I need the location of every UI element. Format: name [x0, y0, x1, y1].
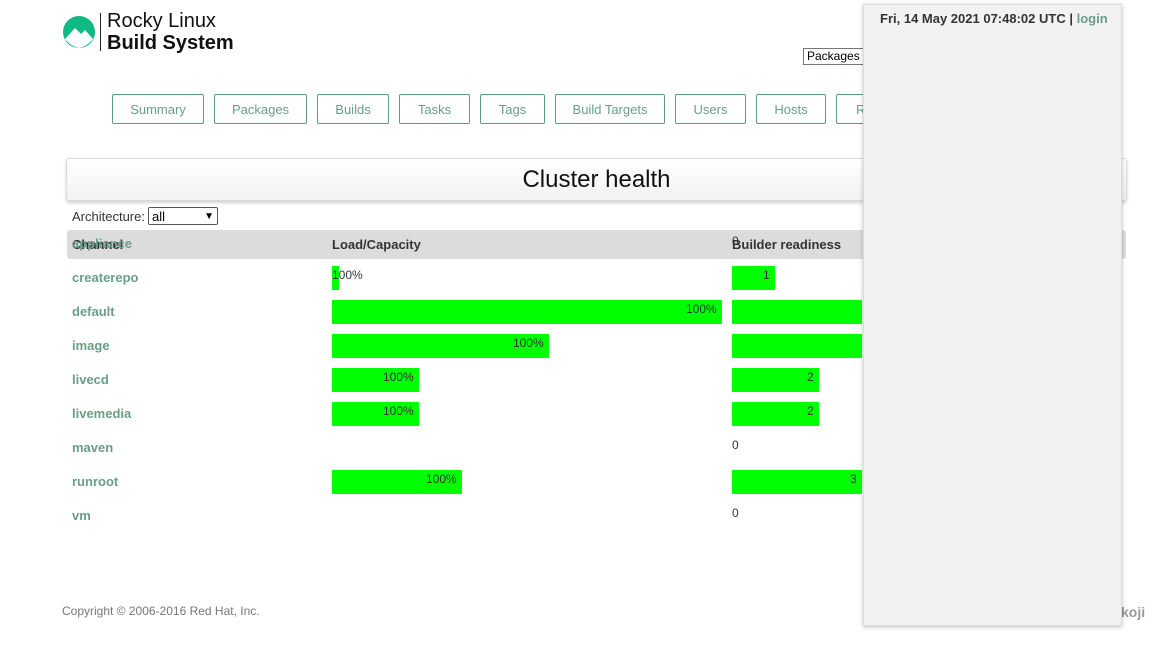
- readiness-count-label: 0: [732, 438, 739, 452]
- load-percent-label: 100%: [686, 302, 717, 316]
- login-link[interactable]: login: [1077, 11, 1108, 26]
- readiness-count-label: 2: [807, 404, 814, 418]
- logo-divider: [100, 13, 101, 51]
- load-percent-label: 100%: [383, 404, 414, 418]
- readiness-count-label: 0: [732, 234, 739, 248]
- server-datetime: Fri, 14 May 2021 07:48:02 UTC: [880, 11, 1066, 26]
- channel-link[interactable]: createrepo: [72, 270, 138, 285]
- overlay-header: Fri, 14 May 2021 07:48:02 UTC | login: [880, 11, 1108, 26]
- architecture-select[interactable]: all ▼: [147, 207, 218, 225]
- load-percent-label: 100%: [513, 336, 544, 350]
- channel-link[interactable]: livemedia: [72, 406, 131, 421]
- architecture-selected: all: [151, 208, 165, 224]
- load-bar: [332, 300, 722, 324]
- nav-build-targets[interactable]: Build Targets: [555, 94, 665, 124]
- nav-builds[interactable]: Builds: [317, 94, 389, 124]
- footer-copyright: Copyright © 2006-2016 Red Hat, Inc.: [62, 604, 260, 618]
- channel-link[interactable]: image: [72, 338, 110, 353]
- nav-packages[interactable]: Packages: [214, 94, 307, 124]
- architecture-label: Architecture:: [72, 208, 145, 224]
- page-title: Cluster health: [522, 165, 671, 193]
- nav-users[interactable]: Users: [675, 94, 746, 124]
- readiness-count-label: 0: [732, 506, 739, 520]
- readiness-count-label: 3: [850, 472, 857, 486]
- overlay-panel: Fri, 14 May 2021 07:48:02 UTC | login: [863, 4, 1122, 626]
- separator: |: [1065, 11, 1077, 26]
- channel-link[interactable]: appliance: [72, 236, 132, 251]
- logo-text: Rocky Linux Build System: [107, 10, 234, 54]
- kojiweb-icon: koji: [1121, 604, 1146, 620]
- readiness-count-label: 1: [763, 268, 770, 282]
- channel-link[interactable]: vm: [72, 508, 91, 523]
- channel-link[interactable]: default: [72, 304, 115, 319]
- readiness-bar: [732, 402, 819, 426]
- load-percent-label: 100%: [426, 472, 457, 486]
- load-percent-label: 100%: [383, 370, 414, 384]
- readiness-bar: [732, 470, 862, 494]
- logo-title-line2: Build System: [107, 32, 234, 54]
- channel-link[interactable]: livecd: [72, 372, 109, 387]
- readiness-bar: [732, 300, 862, 324]
- logo[interactable]: Rocky Linux Build System: [62, 10, 234, 54]
- nav-tasks[interactable]: Tasks: [399, 94, 470, 124]
- nav-tags[interactable]: Tags: [480, 94, 545, 124]
- logo-title-line1: Rocky Linux: [107, 10, 216, 32]
- load-percent-label: 100%: [332, 268, 363, 282]
- chevron-down-icon: ▼: [204, 210, 214, 222]
- channel-link[interactable]: maven: [72, 440, 113, 455]
- nav-hosts[interactable]: Hosts: [756, 94, 826, 124]
- readiness-bar: [732, 368, 819, 392]
- readiness-count-label: 2: [807, 370, 814, 384]
- channel-link[interactable]: runroot: [72, 474, 118, 489]
- readiness-bar: [732, 334, 862, 358]
- rocky-logo-icon: [63, 16, 95, 48]
- header-load-capacity: Load/Capacity: [332, 237, 421, 252]
- nav-summary[interactable]: Summary: [112, 94, 204, 124]
- architecture-filter: Architecture: all ▼: [72, 207, 218, 225]
- header-builder-readiness: Builder readiness: [732, 237, 842, 252]
